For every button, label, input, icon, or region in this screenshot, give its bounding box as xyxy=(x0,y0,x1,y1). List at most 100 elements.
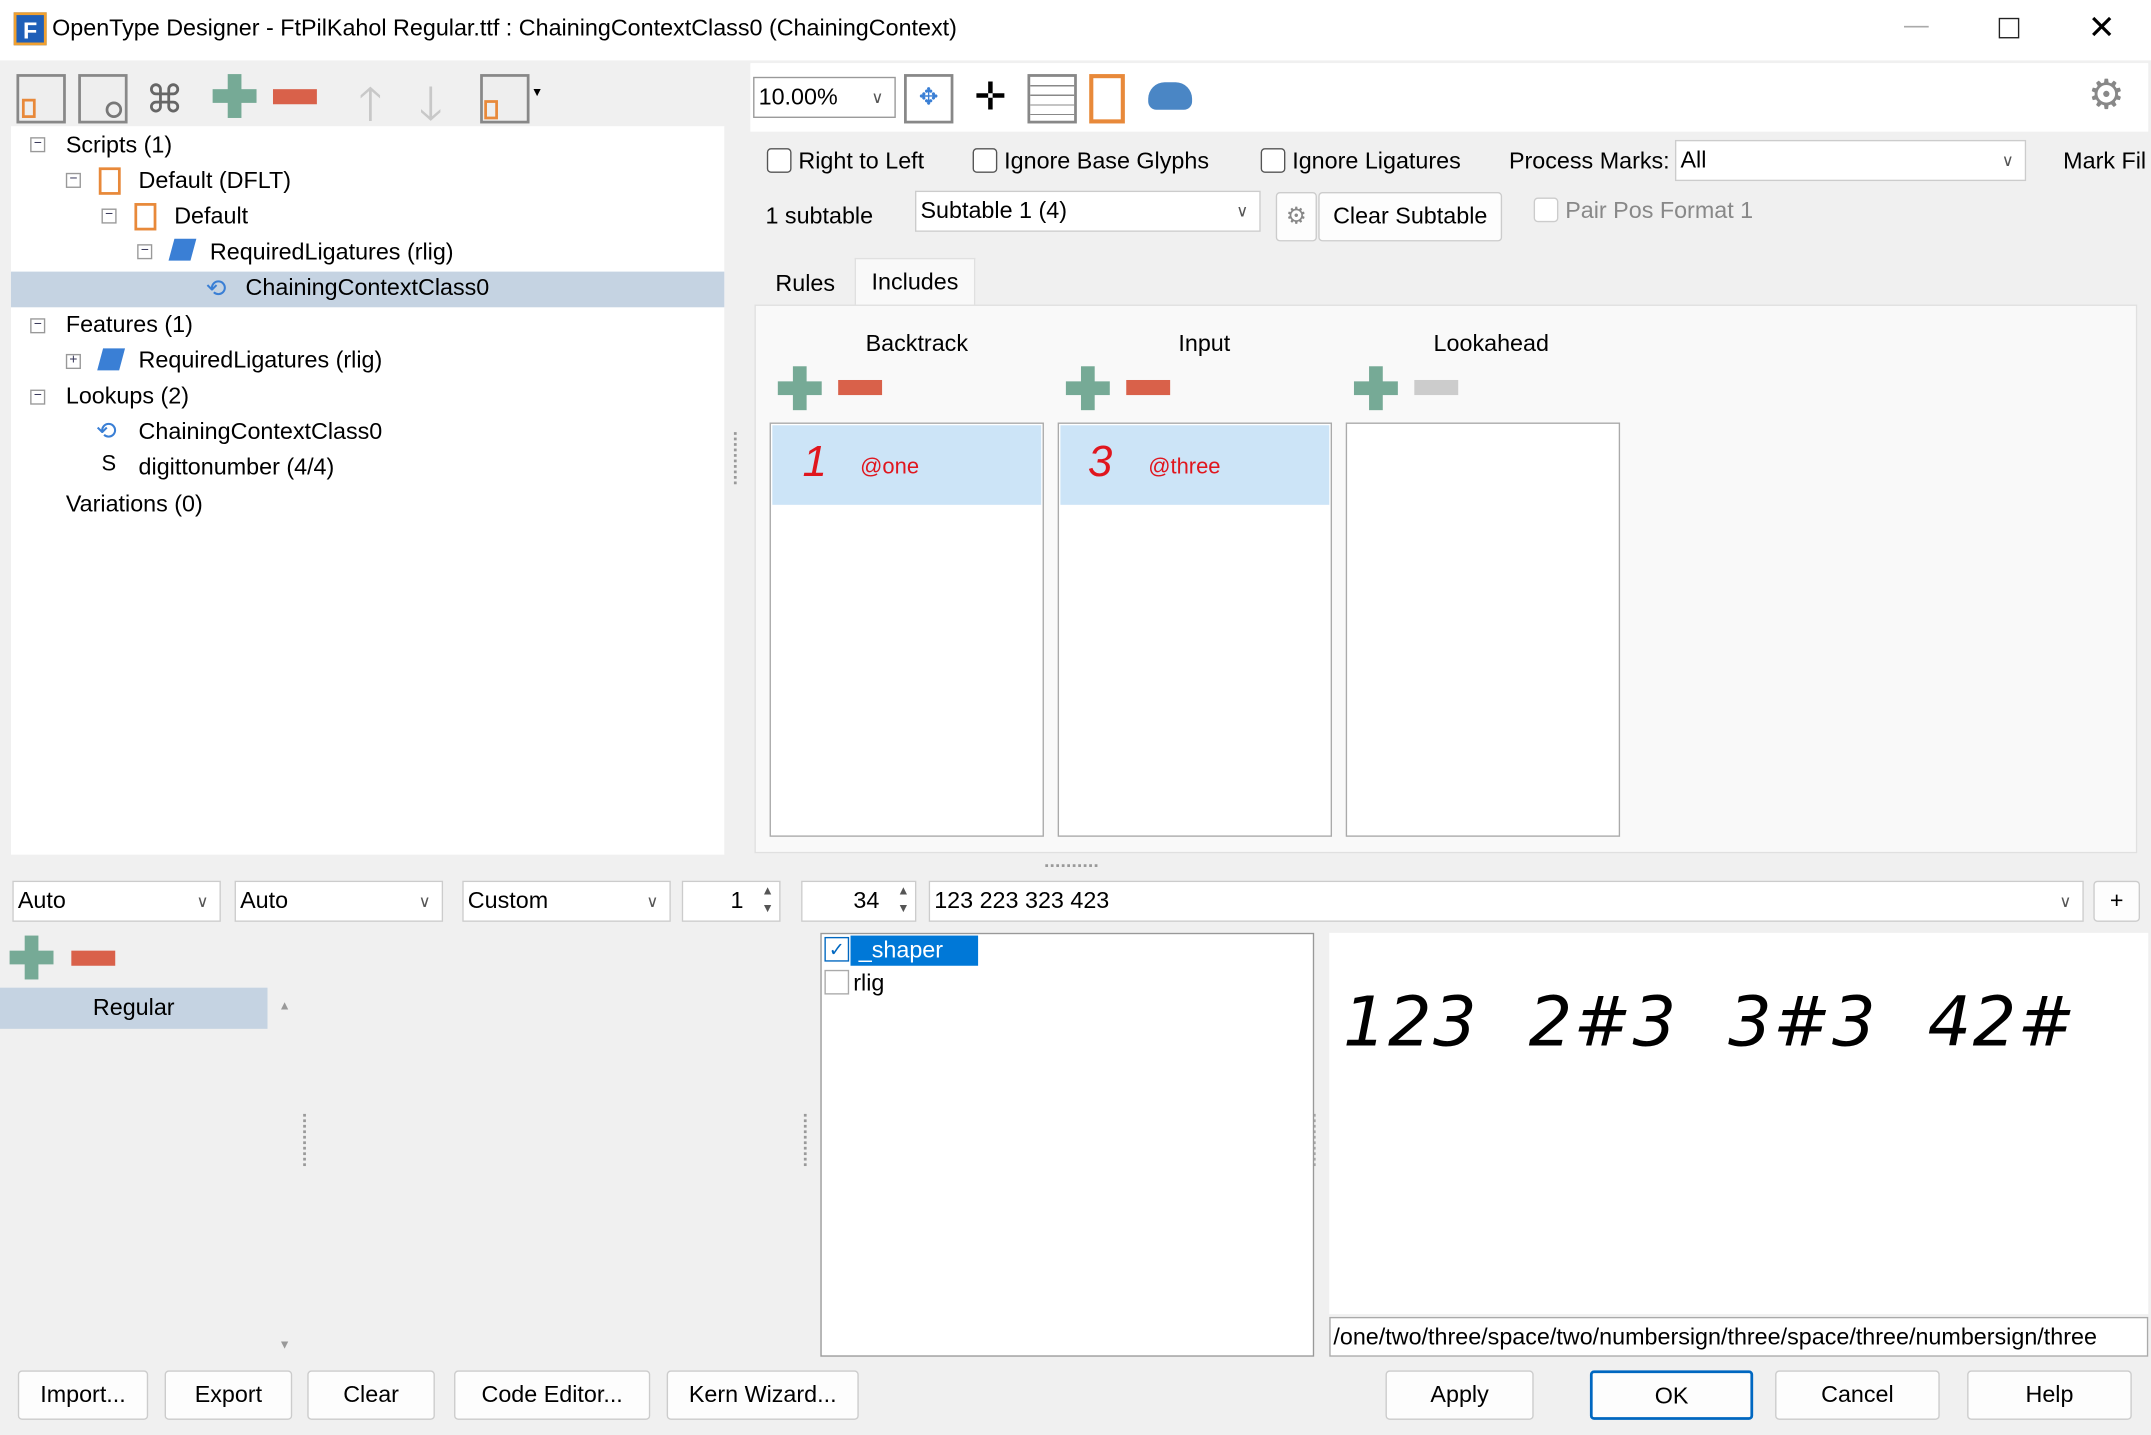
maximize-button[interactable] xyxy=(1998,17,2020,39)
class-item[interactable]: 3 @three xyxy=(1060,425,1330,505)
class-item[interactable]: 1 @one xyxy=(772,425,1042,505)
feature-checkbox-rlig[interactable] xyxy=(824,969,850,995)
add-style-icon[interactable] xyxy=(9,935,54,980)
cancel-button[interactable]: Cancel xyxy=(1775,1370,1940,1420)
tab-includes[interactable]: Includes xyxy=(854,257,976,305)
horizontal-splitter[interactable] xyxy=(1045,864,1098,867)
arrow-up-icon[interactable]: 🡑 xyxy=(346,71,395,130)
collapse-icon[interactable]: − xyxy=(101,208,117,224)
includes-panel: Backtrack Input Lookahead 1 @one 3 @thre… xyxy=(754,304,2138,854)
cloud-icon[interactable] xyxy=(1148,82,1193,110)
script-combo[interactable]: Auto ∨ xyxy=(12,880,221,922)
sample-text-combo[interactable]: 123 223 323 423 ∨ xyxy=(928,880,2084,922)
language-combo[interactable]: Auto ∨ xyxy=(234,880,444,922)
collapse-icon[interactable]: − xyxy=(30,136,46,153)
remove-lookahead-icon[interactable] xyxy=(1414,379,1459,396)
edit-icon[interactable] xyxy=(1089,74,1125,124)
clear-button[interactable]: Clear xyxy=(307,1370,435,1420)
collapse-icon[interactable]: − xyxy=(30,389,46,405)
code-editor-button[interactable]: Code Editor... xyxy=(454,1370,651,1420)
add-backtrack-icon[interactable] xyxy=(777,366,822,411)
grid-icon[interactable] xyxy=(1027,74,1077,124)
scroll-up-icon[interactable]: ▲ xyxy=(278,999,290,1013)
backtrack-title: Backtrack xyxy=(865,330,968,357)
window-title: OpenType Designer - FtPilKahol Regular.t… xyxy=(52,15,957,42)
style-list[interactable]: Regular xyxy=(0,987,268,1358)
fit-icon[interactable]: ✥ xyxy=(904,74,954,124)
ok-button[interactable]: OK xyxy=(1589,1370,1754,1420)
remove-backtrack-icon[interactable] xyxy=(838,379,883,396)
export-button[interactable]: Export xyxy=(164,1370,293,1420)
crosshair-icon[interactable]: ✛ xyxy=(966,74,1015,123)
tree-item-lookup-chaining[interactable]: ChainingContextClass0 xyxy=(139,416,383,449)
expand-icon[interactable]: + xyxy=(65,353,81,370)
apply-button[interactable]: Apply xyxy=(1385,1370,1534,1420)
feature-checkbox-shaper[interactable]: ✓ xyxy=(824,936,850,962)
tab-rules[interactable]: Rules xyxy=(757,263,853,304)
lookup-tree: − Scripts (1) − Default (DFLT) − Default… xyxy=(10,126,725,855)
subtable-combo[interactable]: Subtable 1 (4) ∨ xyxy=(914,190,1261,232)
add-input-icon[interactable] xyxy=(1065,366,1110,411)
ignore-ligatures-checkbox[interactable] xyxy=(1260,148,1286,173)
feature-label-shaper[interactable]: _shaper xyxy=(850,935,979,966)
remove-style-icon[interactable] xyxy=(71,950,116,966)
tree-item-lookups[interactable]: Lookups (2) xyxy=(66,380,189,413)
ignore-ligatures-label: Ignore Ligatures xyxy=(1292,148,1461,175)
splitter[interactable] xyxy=(803,1113,807,1167)
close-button[interactable]: ✕ xyxy=(2088,8,2116,48)
spin-1-value: 1 xyxy=(730,887,744,914)
collapse-icon[interactable]: − xyxy=(137,243,153,260)
right-to-left-checkbox[interactable] xyxy=(766,148,792,173)
settings-icon[interactable]: ⚙ xyxy=(2088,71,2125,119)
arrow-down-icon[interactable]: 🡓 xyxy=(406,71,455,130)
language-value: Auto xyxy=(240,887,289,914)
binoculars-icon[interactable]: ⌘ xyxy=(140,77,189,126)
import-button[interactable]: Import... xyxy=(17,1370,149,1420)
kern-wizard-button[interactable]: Kern Wizard... xyxy=(666,1370,859,1420)
tree-item-features[interactable]: Features (1) xyxy=(66,309,193,342)
pair-pos-checkbox[interactable] xyxy=(1533,197,1559,223)
remove-icon[interactable] xyxy=(272,89,317,105)
spin-1[interactable]: 1 ▲ ▼ xyxy=(681,880,781,922)
subtable-settings-button[interactable]: ⚙ xyxy=(1275,192,1317,242)
help-button[interactable]: Help xyxy=(1967,1370,2132,1420)
tree-item-variations[interactable]: Variations (0) xyxy=(66,488,203,521)
zoom-combo[interactable]: 10.00% ∨ xyxy=(753,76,896,118)
clear-subtable-button[interactable]: Clear Subtable xyxy=(1318,192,1503,242)
scroll-down-icon[interactable]: ▼ xyxy=(278,1338,290,1352)
test-icon[interactable] xyxy=(16,74,66,124)
single-lookup-icon: S xyxy=(101,452,117,477)
tree-item-digittonumber[interactable]: digittonumber (4/4) xyxy=(139,451,335,484)
tree-item-default-dflt[interactable]: Default (DFLT) xyxy=(139,165,291,198)
tree-item-default[interactable]: Default xyxy=(174,200,248,233)
preview-search-icon[interactable] xyxy=(78,74,128,124)
tree-item-rlig[interactable]: RequiredLigatures (rlig) xyxy=(210,236,454,269)
remove-input-icon[interactable] xyxy=(1126,379,1171,396)
view-menu-icon[interactable]: ▼ xyxy=(480,74,543,124)
lookahead-list[interactable] xyxy=(1345,422,1621,837)
tree-item-features-rlig[interactable]: RequiredLigatures (rlig) xyxy=(139,344,383,377)
ignore-base-checkbox[interactable] xyxy=(972,148,998,173)
tree-item-scripts[interactable]: Scripts (1) xyxy=(66,129,172,162)
glyph-path-field[interactable]: /one/two/three/space/two/numbersign/thre… xyxy=(1329,1316,2149,1357)
spin-2[interactable]: 34 ▲ ▼ xyxy=(801,880,917,922)
add-icon[interactable] xyxy=(212,74,257,118)
process-marks-combo[interactable]: All ∨ xyxy=(1674,139,2027,182)
feature-label-rlig[interactable]: rlig xyxy=(853,968,884,998)
feature-list[interactable]: ✓ _shaper rlig xyxy=(820,932,1315,1357)
splitter[interactable] xyxy=(303,1113,306,1167)
style-item-regular[interactable]: Regular xyxy=(0,987,268,1029)
language-icon xyxy=(134,203,157,231)
collapse-icon[interactable]: − xyxy=(30,318,46,334)
tree-item-chaining-context[interactable]: ChainingContextClass0 xyxy=(246,272,490,305)
collapse-icon[interactable]: − xyxy=(65,172,81,188)
right-to-left-label: Right to Left xyxy=(798,148,925,175)
add-lookahead-icon[interactable] xyxy=(1353,366,1398,411)
backtrack-list[interactable]: 1 @one xyxy=(769,422,1044,837)
minimize-button[interactable]: — xyxy=(1904,11,1929,40)
chain-lookup-icon: ⟲ xyxy=(205,274,227,302)
mode-combo[interactable]: Custom ∨ xyxy=(462,880,671,922)
input-list[interactable]: 3 @three xyxy=(1057,422,1333,837)
vertical-splitter[interactable] xyxy=(733,432,738,485)
add-text-button[interactable]: + xyxy=(2093,880,2141,922)
